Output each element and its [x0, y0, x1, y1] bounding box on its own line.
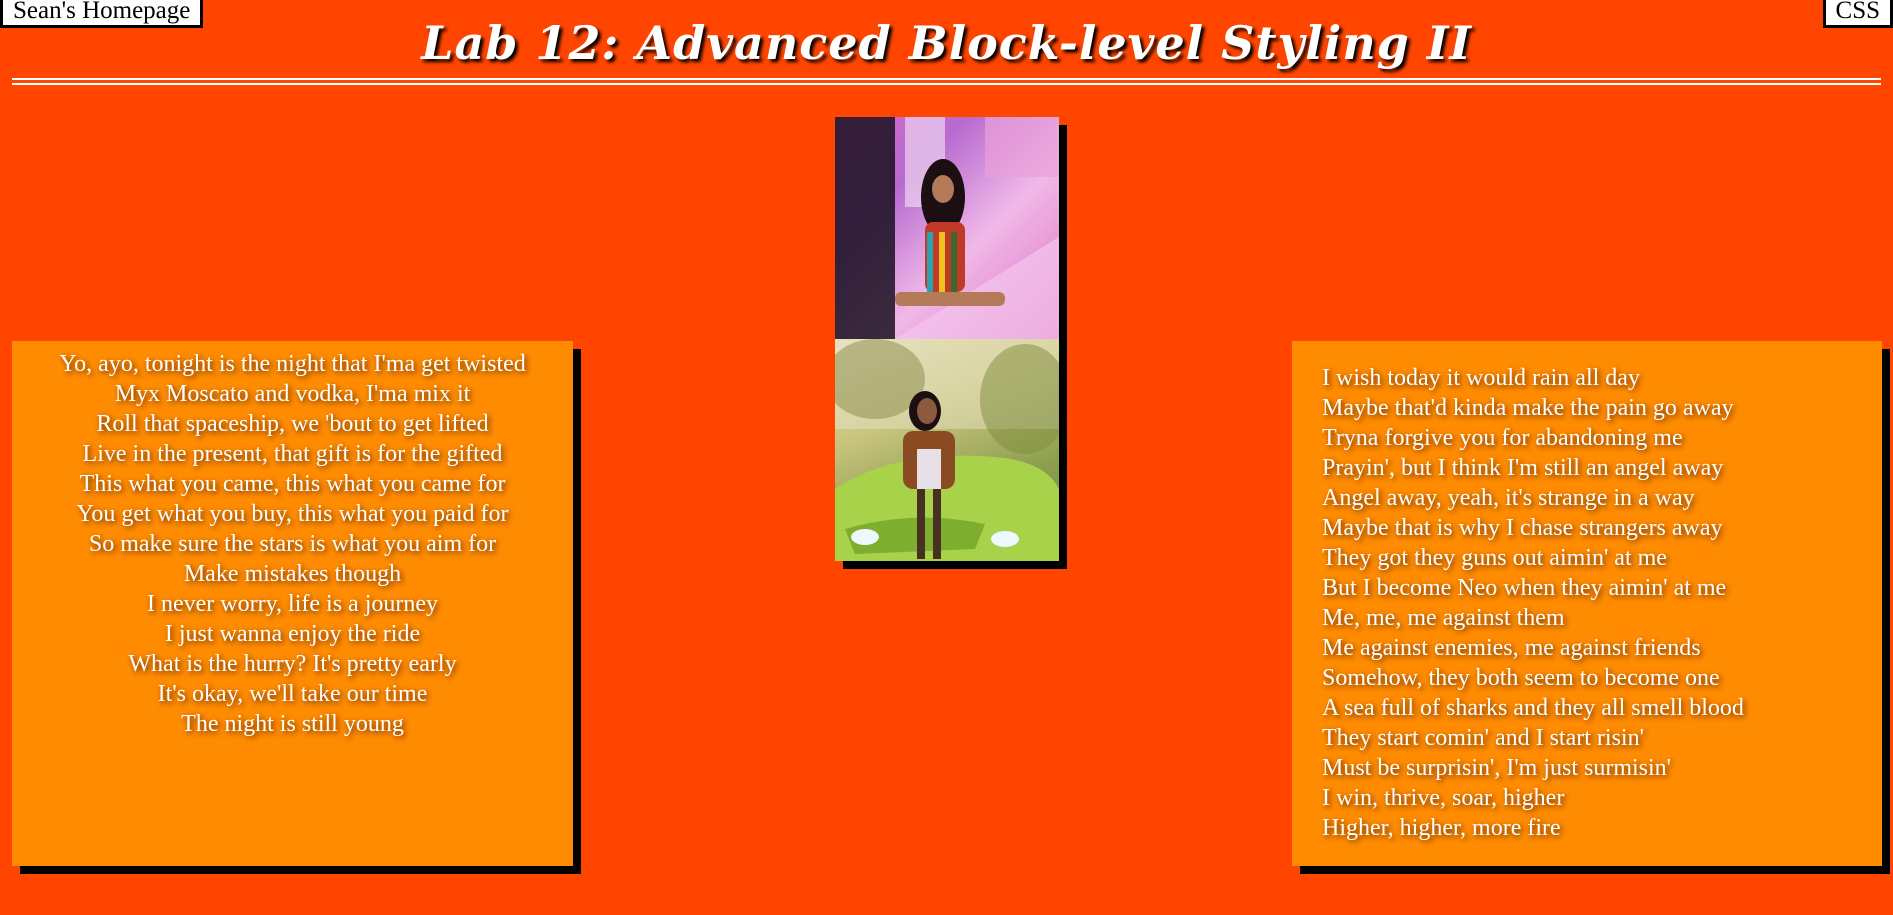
lyric-line: Me, me, me against them — [1322, 605, 1565, 631]
lyric-line: Roll that spaceship, we 'bout to get lif… — [96, 411, 489, 437]
photo-green-car — [835, 339, 1059, 561]
lyric-line: Maybe that is why I chase strangers away — [1322, 515, 1723, 541]
lyric-line: But I become Neo when they aimin' at me — [1322, 575, 1727, 601]
lyric-line: I just wanna enjoy the ride — [164, 621, 421, 647]
lyric-line: Tryna forgive you for abandoning me — [1322, 425, 1683, 451]
header-divider-top — [12, 78, 1881, 80]
photo-pink-studio — [835, 117, 1059, 339]
lyrics-box-left: Yo, ayo, tonight is the night that I'ma … — [12, 341, 573, 866]
lyric-line: They got they guns out aimin' at me — [1322, 545, 1667, 571]
lyric-line: Must be surprisin', I'm just surmisin' — [1322, 755, 1671, 781]
lyric-line: I never worry, life is a journey — [147, 591, 438, 617]
page-title: Lab 12: Advanced Block-level Styling II — [421, 16, 1472, 70]
lyrics-box-right: I wish today it would rain all day Maybe … — [1292, 341, 1882, 866]
lyric-line: Yo, ayo, tonight is the night that I'ma … — [59, 351, 526, 377]
lyric-line: You get what you buy, this what you paid… — [76, 501, 509, 527]
header-divider-bottom — [12, 83, 1881, 85]
lyric-line: Live in the present, that gift is for th… — [82, 441, 503, 467]
lyric-line: Me against enemies, me against friends — [1322, 635, 1701, 661]
lyric-line: Myx Moscato and vodka, I'ma mix it — [114, 381, 471, 407]
lyric-line: Prayin', but I think I'm still an angel … — [1322, 455, 1724, 481]
lyric-line: A sea full of sharks and they all smell … — [1322, 695, 1744, 721]
lyric-line: Somehow, they both seem to become one — [1322, 665, 1720, 691]
lyric-line: The night is still young — [181, 711, 404, 737]
lyric-line: Higher, higher, more fire — [1322, 815, 1561, 841]
lyric-line: It's okay, we'll take our time — [157, 681, 428, 707]
lyric-line: What is the hurry? It's pretty early — [128, 651, 457, 677]
lyric-line: Angel away, yeah, it's strange in a way — [1322, 485, 1695, 511]
lyric-line: They start comin' and I start risin' — [1322, 725, 1644, 751]
photo-gallery — [835, 117, 1059, 561]
lyric-line: This what you came, this what you came f… — [79, 471, 506, 497]
lyric-line: So make sure the stars is what you aim f… — [88, 531, 497, 557]
lyric-line: Make mistakes though — [183, 561, 402, 587]
lyric-line: I win, thrive, soar, higher — [1322, 785, 1565, 811]
lyric-line: I wish today it would rain all day — [1322, 365, 1640, 391]
lyric-line: Maybe that'd kinda make the pain go away — [1322, 395, 1734, 421]
